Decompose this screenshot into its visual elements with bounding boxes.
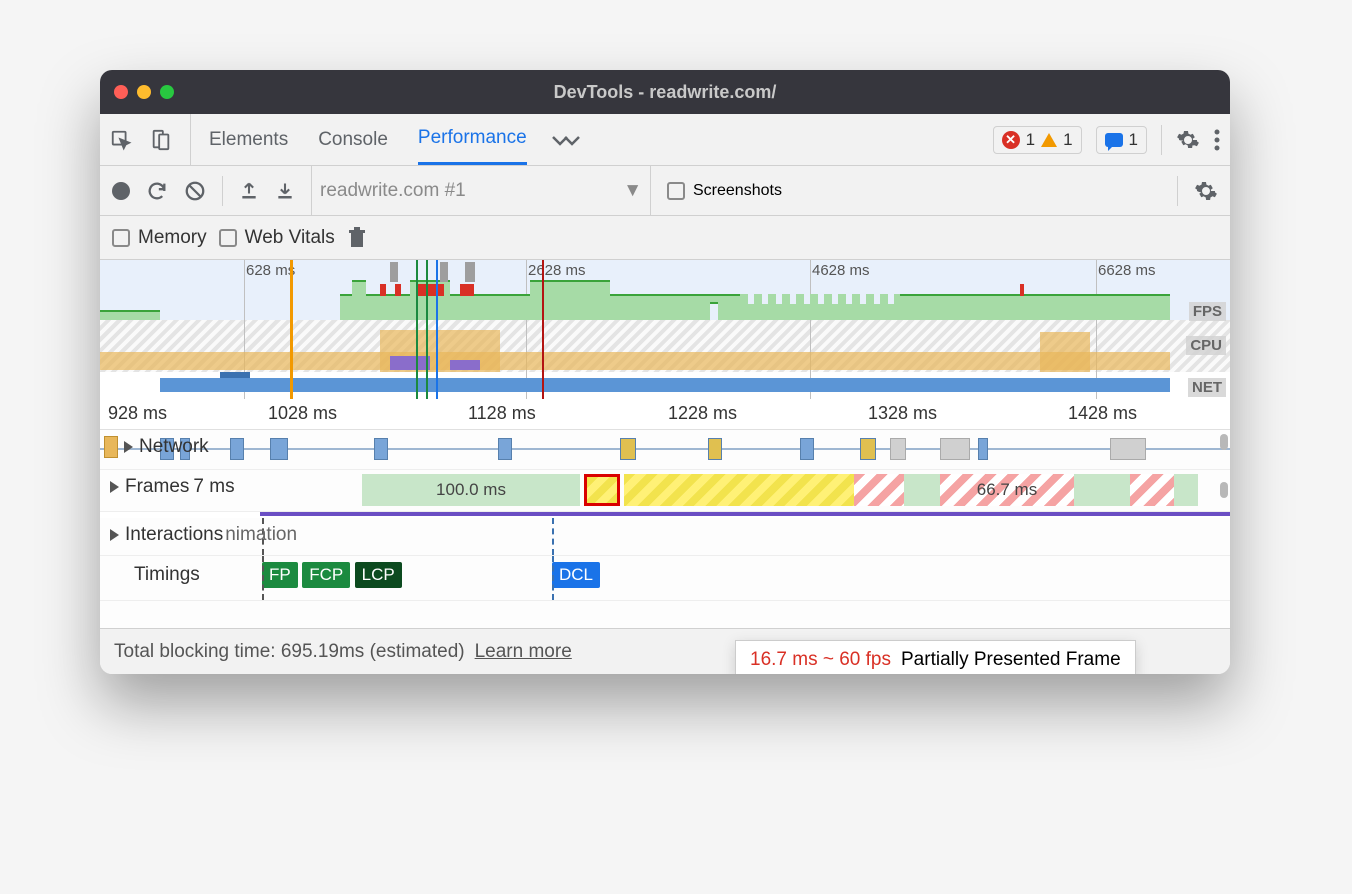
warning-icon (1041, 133, 1057, 147)
warning-count: 1 (1063, 130, 1072, 150)
network-track[interactable]: Network (100, 430, 1230, 470)
tooltip-timing: 16.7 ms ~ 60 fps (750, 649, 891, 671)
record-button[interactable] (112, 182, 130, 200)
panel-tabbar: Elements Console Performance ✕ 1 1 1 (100, 114, 1230, 166)
timing-fp-badge[interactable]: FP (262, 562, 298, 588)
performance-options: Memory Web Vitals (100, 216, 1230, 260)
disclose-icon (110, 529, 119, 541)
target-selector-value: readwrite.com #1 (320, 180, 466, 202)
interactions-track[interactable]: Interactions nimation (100, 518, 1230, 556)
fps-lane-label: FPS (1189, 302, 1226, 321)
capture-settings-icon[interactable] (1194, 179, 1218, 203)
ruler-tick: 1028 ms (268, 403, 337, 424)
interactions-track-header[interactable]: Interactions nimation (110, 524, 297, 546)
ruler-tick: 1128 ms (468, 403, 536, 424)
overview-tick: 2628 ms (528, 262, 586, 279)
scrollbar-thumb[interactable] (1220, 482, 1228, 498)
timings-track[interactable]: Timings FP FCP LCP DCL (100, 556, 1230, 600)
network-track-label: Network (139, 436, 209, 458)
frame-block[interactable] (904, 474, 940, 506)
tab-elements[interactable]: Elements (209, 114, 288, 165)
network-track-header[interactable]: Network (104, 436, 209, 458)
error-icon: ✕ (1002, 131, 1020, 149)
reload-record-button[interactable] (146, 180, 168, 202)
disclose-icon (124, 441, 133, 453)
more-tabs-icon[interactable] (549, 133, 583, 147)
frame-block[interactable] (1174, 474, 1198, 506)
close-window-button[interactable] (114, 85, 128, 99)
tab-performance[interactable]: Performance (418, 114, 527, 165)
save-profile-button[interactable] (275, 181, 295, 201)
settings-icon[interactable] (1176, 128, 1200, 152)
ruler-tick: 928 ms (108, 403, 167, 424)
overview-panel[interactable]: FPS CPU NET 628 ms 2628 ms 4628 ms 6628 … (100, 260, 1230, 400)
kebab-menu-icon[interactable] (1214, 129, 1220, 151)
issues-count: 1 (1129, 130, 1138, 150)
frame-block[interactable] (624, 474, 854, 506)
net-lane-label: NET (1188, 378, 1226, 397)
frames-track-header[interactable]: Frames 7 ms (110, 476, 235, 498)
error-count: 1 (1026, 130, 1035, 150)
web-vitals-label: Web Vitals (245, 227, 335, 249)
issues-icon (1105, 133, 1123, 147)
timeline-ruler[interactable]: 928 ms 1028 ms 1128 ms 1228 ms 1328 ms 1… (100, 400, 1230, 430)
ruler-tick: 1228 ms (668, 403, 737, 424)
frame-block[interactable]: 100.0 ms (362, 474, 580, 506)
maximize-window-button[interactable] (160, 85, 174, 99)
performance-toolbar: readwrite.com #1 ▼ Screenshots (100, 166, 1230, 216)
frame-tooltip: 16.7 ms ~ 60 fps Partially Presented Fra… (735, 640, 1136, 674)
web-vitals-option[interactable]: Web Vitals (219, 227, 335, 249)
memory-checkbox[interactable] (112, 229, 130, 247)
device-toggle-icon[interactable] (150, 129, 172, 151)
overview-tick: 6628 ms (1098, 262, 1156, 279)
scrollbar-thumb[interactable] (1220, 434, 1228, 450)
ruler-tick: 1428 ms (1068, 403, 1137, 424)
screenshots-checkbox[interactable] (667, 182, 685, 200)
learn-more-link[interactable]: Learn more (475, 641, 572, 663)
titlebar: DevTools - readwrite.com/ (100, 70, 1230, 114)
tooltip-label: Partially Presented Frame (901, 649, 1121, 671)
frame-label-7ms: 7 ms (193, 476, 234, 498)
timing-lcp-badge[interactable]: LCP (355, 562, 402, 588)
clear-button[interactable] (184, 180, 206, 202)
cpu-lane-label: CPU (1186, 336, 1226, 355)
tab-console[interactable]: Console (318, 114, 388, 165)
window-title: DevTools - readwrite.com/ (100, 82, 1230, 103)
screenshots-option[interactable]: Screenshots (667, 182, 782, 200)
frame-block[interactable] (854, 474, 904, 506)
ruler-tick: 1328 ms (868, 403, 937, 424)
screenshots-label: Screenshots (693, 182, 782, 200)
overview-tick: 628 ms (246, 262, 295, 279)
frame-block[interactable] (1130, 474, 1174, 506)
web-vitals-checkbox[interactable] (219, 229, 237, 247)
timing-dcl-badge[interactable]: DCL (552, 562, 600, 588)
selected-frame-block[interactable] (584, 474, 620, 506)
target-selector[interactable]: readwrite.com #1 ▼ (311, 166, 651, 215)
console-errors-pill[interactable]: ✕ 1 1 (993, 126, 1082, 154)
timing-fcp-badge[interactable]: FCP (302, 562, 350, 588)
dropdown-icon: ▼ (623, 180, 642, 202)
memory-label: Memory (138, 227, 207, 249)
load-profile-button[interactable] (239, 181, 259, 201)
overview-tick: 4628 ms (812, 262, 870, 279)
issues-pill[interactable]: 1 (1096, 126, 1147, 154)
inspect-element-icon[interactable] (110, 129, 132, 151)
disclose-icon (110, 481, 119, 493)
blocking-time-text: Total blocking time: 695.19ms (estimated… (114, 641, 465, 663)
frames-track-label: Frames (125, 476, 189, 498)
timings-track-header: Timings (134, 564, 200, 586)
frames-track[interactable]: Frames 7 ms 100.0 ms 66.7 ms (100, 470, 1230, 512)
interactions-sub-label: nimation (225, 524, 297, 546)
garbage-collect-icon[interactable] (347, 227, 367, 249)
frame-block[interactable]: 66.7 ms (940, 474, 1074, 506)
minimize-window-button[interactable] (137, 85, 151, 99)
memory-option[interactable]: Memory (112, 227, 207, 249)
frame-block[interactable] (1074, 474, 1130, 506)
interactions-track-label: Interactions (125, 524, 223, 546)
timings-track-label: Timings (134, 564, 200, 586)
